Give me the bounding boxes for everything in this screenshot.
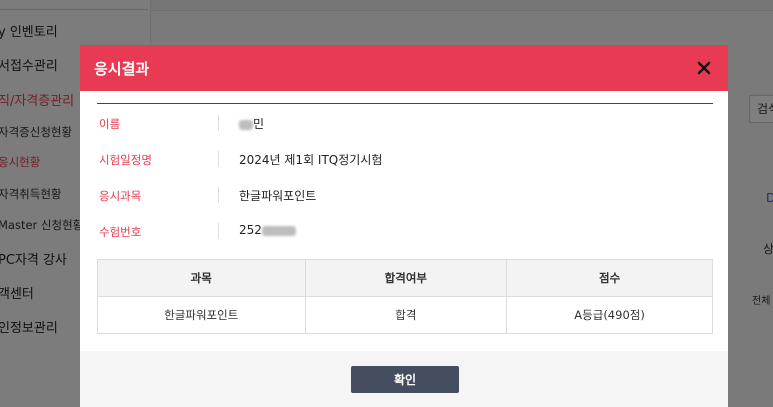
cell-pass: 합격 xyxy=(304,296,508,334)
separator xyxy=(218,187,219,203)
exam-number-text: 252 xyxy=(239,223,262,237)
modal-header: 응시결과 xyxy=(80,45,728,91)
separator xyxy=(218,223,219,239)
exam-number-value: 252 xyxy=(239,223,296,237)
name-label: 이름 xyxy=(99,117,121,131)
redacted-text xyxy=(239,119,253,130)
info-row-name: 이름 민 xyxy=(97,105,713,141)
modal-title: 응시결과 xyxy=(94,60,150,78)
close-icon xyxy=(697,61,711,75)
confirm-button[interactable]: 확인 xyxy=(351,366,459,393)
name-value: 민 xyxy=(239,115,264,132)
close-button[interactable] xyxy=(692,56,716,80)
header-pass: 합격여부 xyxy=(304,259,508,297)
separator xyxy=(218,151,219,167)
table-row: 한글파워포인트 합격 A등급(490점) xyxy=(97,296,713,334)
modal-footer: 확인 xyxy=(80,351,728,407)
info-row-exam-schedule: 시험일정명 2024년 제1회 ITQ정기시험 xyxy=(97,141,713,177)
cell-subject: 한글파워포인트 xyxy=(97,296,306,334)
exam-result-modal: 응시결과 이름 민 시험일정명 2024년 제1회 ITQ정기시험 응시과목 한… xyxy=(80,45,728,407)
exam-schedule-value: 2024년 제1회 ITQ정기시험 xyxy=(239,153,383,167)
exam-number-label: 수험번호 xyxy=(99,225,142,239)
info-row-subject: 응시과목 한글파워포인트 xyxy=(97,177,713,213)
result-table: 과목 합격여부 점수 한글파워포인트 합격 A등급(490점) xyxy=(97,259,713,334)
cell-score: A등급(490점) xyxy=(506,296,713,334)
info-row-exam-number: 수험번호 252 xyxy=(97,213,713,249)
name-text: 민 xyxy=(253,117,265,131)
exam-schedule-label: 시험일정명 xyxy=(99,153,152,167)
table-header-row: 과목 합격여부 점수 xyxy=(97,259,713,297)
separator xyxy=(218,115,219,131)
subject-value: 한글파워포인트 xyxy=(239,189,317,203)
info-top-divider xyxy=(97,103,713,104)
header-score: 점수 xyxy=(506,259,713,297)
header-subject: 과목 xyxy=(97,259,306,297)
subject-label: 응시과목 xyxy=(99,189,142,203)
redacted-text xyxy=(261,225,296,236)
